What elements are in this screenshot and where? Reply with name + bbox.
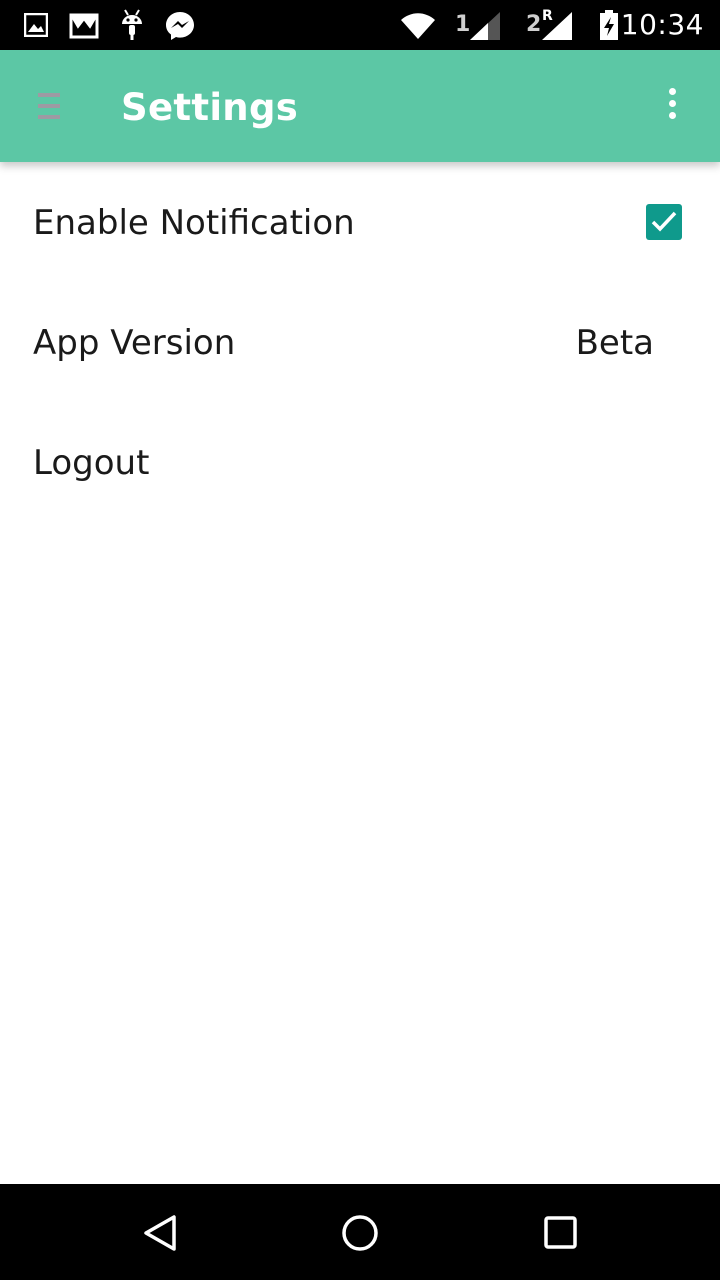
signal-sim1-icon: [470, 12, 500, 45]
settings-list: Enable Notification App Version Beta Log…: [0, 162, 720, 522]
version-label: App Version: [33, 323, 236, 363]
setting-row-version[interactable]: App Version Beta: [0, 282, 720, 402]
android-debug-icon: [120, 8, 144, 45]
app-bar: Settings: [0, 50, 720, 162]
sim1-label: 1: [455, 12, 471, 37]
home-icon[interactable]: [341, 1214, 379, 1257]
recents-icon[interactable]: [543, 1215, 579, 1256]
setting-row-notification[interactable]: Enable Notification: [0, 162, 720, 282]
checkmark-icon: [651, 211, 677, 232]
settings-screen: 1 2 R 10:34 Settings Enable Notification…: [0, 0, 720, 1280]
notification-label: Enable Notification: [33, 203, 355, 243]
navigation-bar: [0, 1184, 720, 1280]
clock: 10:34: [620, 8, 704, 41]
status-bar: 1 2 R 10:34: [0, 0, 720, 50]
version-value: Beta: [575, 323, 654, 363]
back-icon[interactable]: [142, 1214, 178, 1257]
logout-label[interactable]: Logout: [33, 443, 149, 483]
page-title: Settings: [121, 86, 299, 129]
messenger-icon: [164, 10, 196, 47]
shopping-bag-icon: [68, 11, 100, 44]
setting-row-logout[interactable]: Logout: [0, 402, 720, 522]
battery-charging-icon: [599, 10, 619, 45]
menu-icon[interactable]: [38, 93, 62, 121]
signal-sim2-icon: [542, 12, 572, 45]
more-vert-icon[interactable]: [664, 88, 680, 124]
notification-checkbox[interactable]: [646, 204, 682, 240]
sim2-label: 2: [526, 12, 542, 37]
wifi-icon: [400, 12, 436, 45]
gallery-icon: [23, 12, 49, 42]
